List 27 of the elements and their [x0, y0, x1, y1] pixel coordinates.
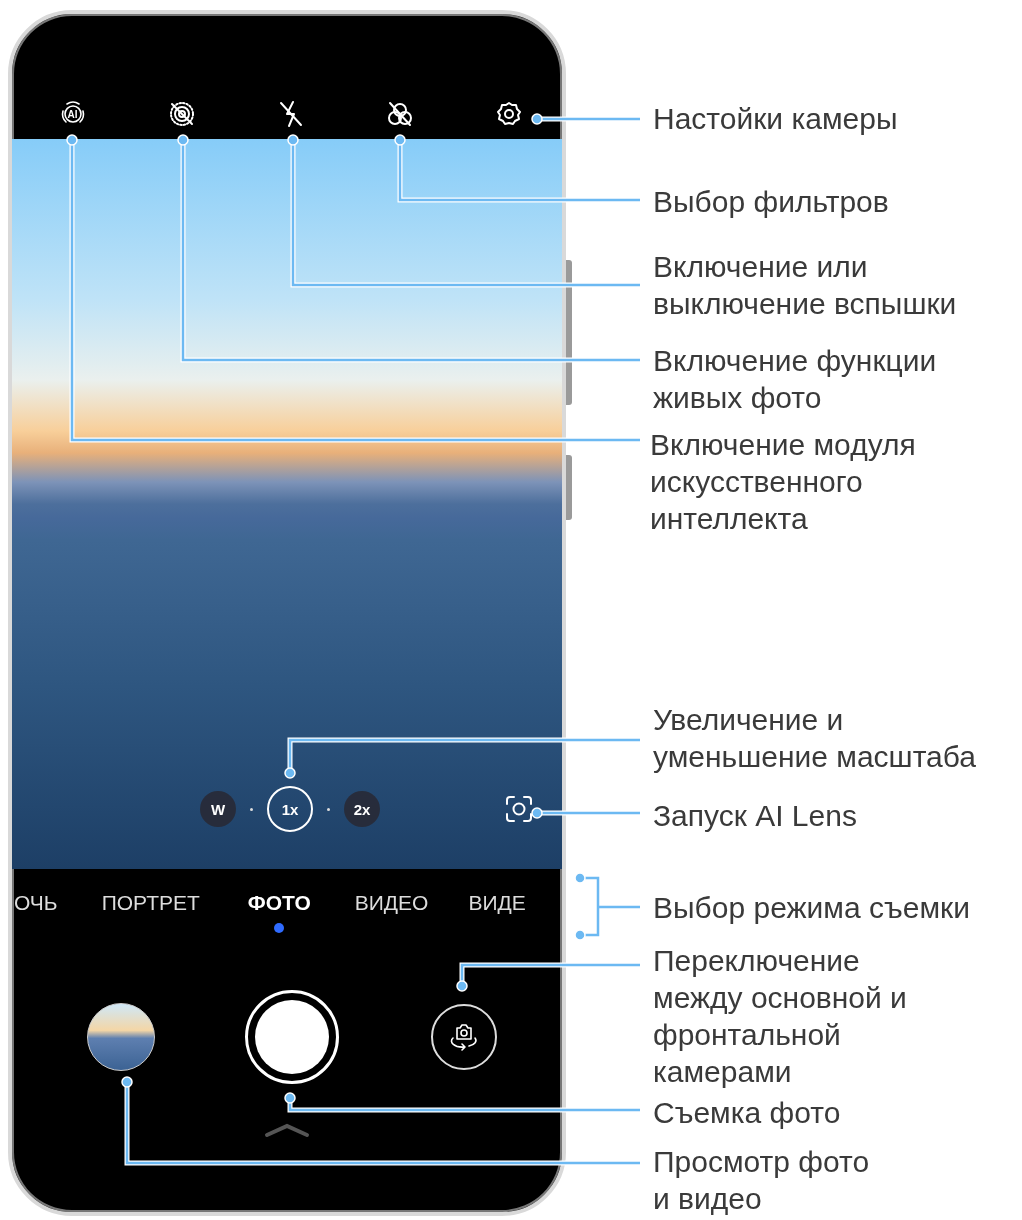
separator-dot	[250, 807, 253, 811]
chevron-up-icon[interactable]	[264, 1122, 310, 1138]
callout-label: Выбор фильтров	[653, 184, 889, 220]
lens-scan-icon[interactable]	[504, 794, 534, 824]
callout-label: Настойки камеры	[653, 101, 898, 137]
camera-mode-tab[interactable]: ПОРТРЕТ	[101, 891, 200, 933]
ai-mode-button[interactable]: AI	[57, 99, 88, 129]
callout-label: Запуск AI Lens	[653, 798, 857, 834]
separator-dot	[327, 807, 330, 811]
zoom-button[interactable]: 2x	[344, 791, 380, 827]
camera-mode-tab[interactable]: ОЧЬ	[14, 891, 58, 933]
camera-mode-tab[interactable]: ВИДЕ	[468, 891, 526, 933]
zoom-button[interactable]: W	[200, 791, 236, 827]
callout-label: Включение или выключение вспышки	[653, 249, 957, 322]
callout-label: Включение модуля искусственного интеллекта	[650, 427, 916, 537]
callout-label: Включение функции живых фото	[653, 343, 937, 416]
callout-label: Увеличение и уменьшение масштаба	[653, 702, 976, 775]
zoom-button[interactable]: 1x	[267, 786, 313, 832]
camera-mode-tab[interactable]: ФОТО	[247, 891, 311, 933]
leader-line	[574, 872, 643, 941]
callout-label: Переключение между основной и фронтальной камерами	[653, 943, 907, 1090]
camera-mode-tab[interactable]: ВИДЕО	[354, 891, 429, 933]
callout-label: Просмотр фото и видео	[653, 1144, 870, 1217]
callout-label: Выбор режима съемки	[653, 890, 970, 926]
callout-label: Съемка фото	[653, 1095, 841, 1131]
side-key	[566, 455, 572, 520]
switch-camera-button[interactable]	[431, 1004, 497, 1070]
